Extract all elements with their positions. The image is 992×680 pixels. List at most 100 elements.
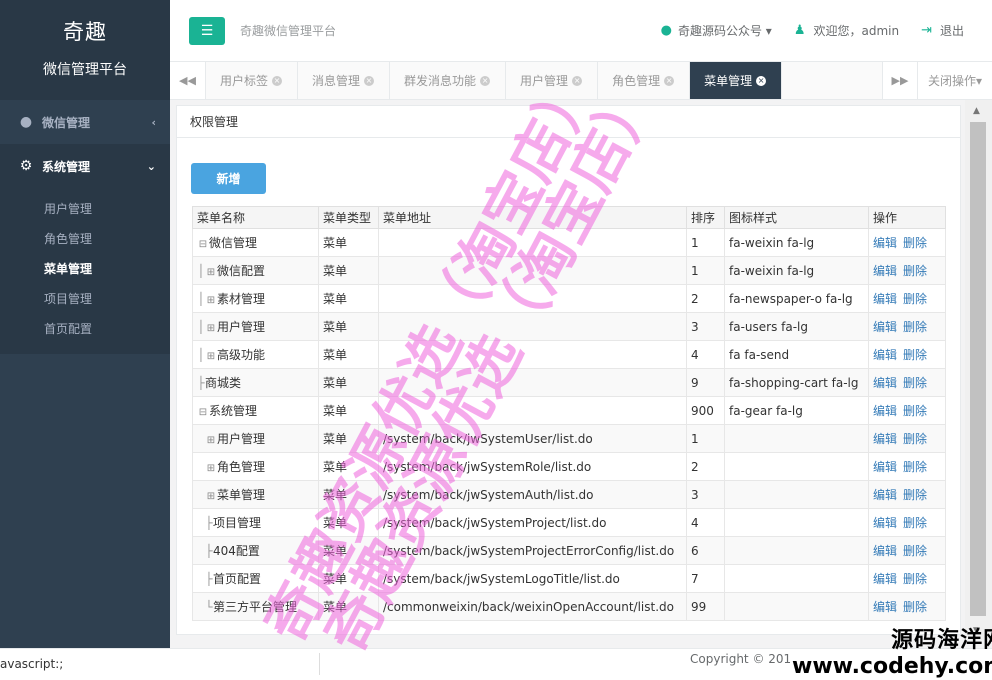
tree-collapse-icon[interactable]: ⊟ bbox=[197, 239, 209, 250]
top-header: ☰ 奇趣微信管理平台 ● 奇趣源码公众号 ▾ ♟ 欢迎您，admin ⇥ 退出 bbox=[170, 0, 992, 62]
tree-expand-icon[interactable]: ⊞ bbox=[205, 491, 217, 502]
edit-link[interactable]: 编辑 bbox=[873, 600, 897, 614]
scroll-up-icon[interactable]: ▲ bbox=[973, 106, 980, 116]
delete-link[interactable]: 删除 bbox=[903, 264, 927, 278]
scroll-down-icon[interactable]: ▼ bbox=[973, 626, 980, 636]
table-row[interactable]: ├404配置 菜单 /system/back/jwSystemProjectEr… bbox=[192, 536, 946, 565]
tree-collapse-icon[interactable]: ⊟ bbox=[197, 407, 209, 418]
tab-user-tags[interactable]: 用户标签 × bbox=[206, 62, 299, 99]
delete-link[interactable]: 删除 bbox=[903, 572, 927, 586]
close-operations-dropdown[interactable]: 关闭操作 ▾ bbox=[917, 62, 992, 99]
tab-users[interactable]: 用户管理 × bbox=[506, 62, 599, 99]
tree-expand-icon[interactable]: ⊞ bbox=[205, 323, 217, 334]
table-row[interactable]: │ ⊞ 用户管理 菜单 3 fa-users fa-lg 编辑 删除 bbox=[192, 312, 946, 341]
tree-line bbox=[197, 460, 205, 474]
tab-scroll-left-button[interactable]: ◀◀ bbox=[170, 62, 206, 99]
tree-expand-icon[interactable]: ⊞ bbox=[205, 435, 217, 446]
tree-expand-icon[interactable]: ⊞ bbox=[205, 463, 217, 474]
table-row[interactable]: ├项目管理 菜单 /system/back/jwSystemProject/li… bbox=[192, 508, 946, 537]
delete-link[interactable]: 删除 bbox=[903, 460, 927, 474]
table-row[interactable]: │ ⊞ 微信配置 菜单 1 fa-weixin fa-lg 编辑 删除 bbox=[192, 256, 946, 285]
edit-link[interactable]: 编辑 bbox=[873, 516, 897, 530]
table-row[interactable]: │ ⊞ 高级功能 菜单 4 fa fa-send 编辑 删除 bbox=[192, 340, 946, 369]
tree-expand-icon[interactable]: ⊞ bbox=[205, 351, 217, 362]
table-row[interactable]: ⊞ 角色管理 菜单 /system/back/jwSystemRole/list.… bbox=[192, 452, 946, 481]
sidebar-item-wechat[interactable]: ● 微信管理 ‹ bbox=[0, 100, 170, 144]
sidebar-subitem-homepage[interactable]: 首页配置 bbox=[0, 314, 170, 344]
table-row[interactable]: ⊞ 菜单管理 菜单 /system/back/jwSystemAuth/list.… bbox=[192, 480, 946, 509]
tab-scroll-right-button[interactable]: ▶▶ bbox=[881, 62, 918, 99]
delete-link[interactable]: 删除 bbox=[903, 600, 927, 614]
close-icon[interactable]: × bbox=[756, 75, 767, 86]
cell-url bbox=[378, 256, 687, 285]
table-row[interactable]: ├首页配置 菜单 /system/back/jwSystemLogoTitle/… bbox=[192, 564, 946, 593]
delete-link[interactable]: 删除 bbox=[903, 432, 927, 446]
content-scrollbar[interactable]: ▲ ▼ bbox=[965, 100, 992, 640]
edit-link[interactable]: 编辑 bbox=[873, 264, 897, 278]
cell-icon bbox=[724, 424, 869, 453]
cell-actions: 编辑 删除 bbox=[868, 452, 946, 481]
sidebar-item-system[interactable]: ⚙ 系统管理 ⌄ bbox=[0, 144, 170, 188]
cell-icon: fa-shopping-cart fa-lg bbox=[724, 368, 869, 397]
edit-link[interactable]: 编辑 bbox=[873, 544, 897, 558]
delete-link[interactable]: 删除 bbox=[903, 236, 927, 250]
tree-expand-icon[interactable]: ⊞ bbox=[205, 267, 217, 278]
cell-type: 菜单 bbox=[318, 452, 379, 481]
edit-link[interactable]: 编辑 bbox=[873, 348, 897, 362]
column-header: 菜单类型 bbox=[318, 206, 379, 229]
table-row[interactable]: └第三方平台管理 菜单 /commonweixin/back/weixinOpe… bbox=[192, 592, 946, 621]
close-icon[interactable]: × bbox=[272, 75, 283, 86]
cell-url bbox=[378, 368, 687, 397]
close-icon[interactable]: × bbox=[572, 75, 583, 86]
tab-mass-messages[interactable]: 群发消息功能 × bbox=[390, 62, 507, 99]
tab-menus[interactable]: 菜单管理 × bbox=[690, 62, 783, 99]
welcome-user[interactable]: ♟ 欢迎您，admin bbox=[794, 22, 899, 39]
cell-actions: 编辑 删除 bbox=[868, 340, 946, 369]
sidebar-subitem-users[interactable]: 用户管理 bbox=[0, 194, 170, 224]
menu-toggle-button[interactable]: ☰ bbox=[189, 16, 225, 45]
cell-type: 菜单 bbox=[318, 256, 379, 285]
table-row[interactable]: ⊟ 系统管理 菜单 900 fa-gear fa-lg 编辑 删除 bbox=[192, 396, 946, 425]
delete-link[interactable]: 删除 bbox=[903, 488, 927, 502]
edit-link[interactable]: 编辑 bbox=[873, 460, 897, 474]
close-icon[interactable]: × bbox=[664, 75, 675, 86]
close-icon[interactable]: × bbox=[364, 75, 375, 86]
delete-link[interactable]: 删除 bbox=[903, 292, 927, 306]
tab-roles[interactable]: 角色管理 × bbox=[598, 62, 691, 99]
edit-link[interactable]: 编辑 bbox=[873, 432, 897, 446]
edit-link[interactable]: 编辑 bbox=[873, 320, 897, 334]
edit-link[interactable]: 编辑 bbox=[873, 572, 897, 586]
cell-icon: fa-newspaper-o fa-lg bbox=[724, 284, 869, 313]
logout-link[interactable]: ⇥ 退出 bbox=[921, 22, 964, 39]
cell-actions: 编辑 删除 bbox=[868, 592, 946, 621]
sidebar-subitem-projects[interactable]: 项目管理 bbox=[0, 284, 170, 314]
scrollbar-thumb[interactable] bbox=[970, 122, 986, 616]
close-operations-label: 关闭操作 bbox=[927, 74, 976, 88]
delete-link[interactable]: 删除 bbox=[903, 376, 927, 390]
table-row[interactable]: ⊞ 用户管理 菜单 /system/back/jwSystemUser/list.… bbox=[192, 424, 946, 453]
tree-line: ├ bbox=[205, 544, 213, 558]
close-icon[interactable]: × bbox=[480, 75, 491, 86]
add-button[interactable]: 新增 bbox=[191, 163, 266, 194]
wechat-dropdown[interactable]: ● 奇趣源码公众号 ▾ bbox=[661, 22, 772, 39]
edit-link[interactable]: 编辑 bbox=[873, 488, 897, 502]
delete-link[interactable]: 删除 bbox=[903, 320, 927, 334]
table-row[interactable]: ⊟ 微信管理 菜单 1 fa-weixin fa-lg 编辑 删除 bbox=[192, 228, 946, 257]
tab-messages[interactable]: 消息管理 × bbox=[298, 62, 391, 99]
edit-link[interactable]: 编辑 bbox=[873, 404, 897, 418]
delete-link[interactable]: 删除 bbox=[903, 348, 927, 362]
delete-link[interactable]: 删除 bbox=[903, 516, 927, 530]
bars-icon: ☰ bbox=[200, 22, 214, 39]
delete-link[interactable]: 删除 bbox=[903, 544, 927, 558]
row-name: 微信管理 bbox=[209, 236, 258, 250]
table-row[interactable]: ├商城类 菜单 9 fa-shopping-cart fa-lg 编辑 删除 bbox=[192, 368, 946, 397]
tree-expand-icon[interactable]: ⊞ bbox=[205, 295, 217, 306]
column-header: 图标样式 bbox=[724, 206, 869, 229]
edit-link[interactable]: 编辑 bbox=[873, 292, 897, 306]
delete-link[interactable]: 删除 bbox=[903, 404, 927, 418]
sidebar-subitem-menus[interactable]: 菜单管理 bbox=[0, 254, 170, 284]
edit-link[interactable]: 编辑 bbox=[873, 236, 897, 250]
edit-link[interactable]: 编辑 bbox=[873, 376, 897, 390]
table-row[interactable]: │ ⊞ 素材管理 菜单 2 fa-newspaper-o fa-lg 编辑 删除 bbox=[192, 284, 946, 313]
sidebar-subitem-roles[interactable]: 角色管理 bbox=[0, 224, 170, 254]
